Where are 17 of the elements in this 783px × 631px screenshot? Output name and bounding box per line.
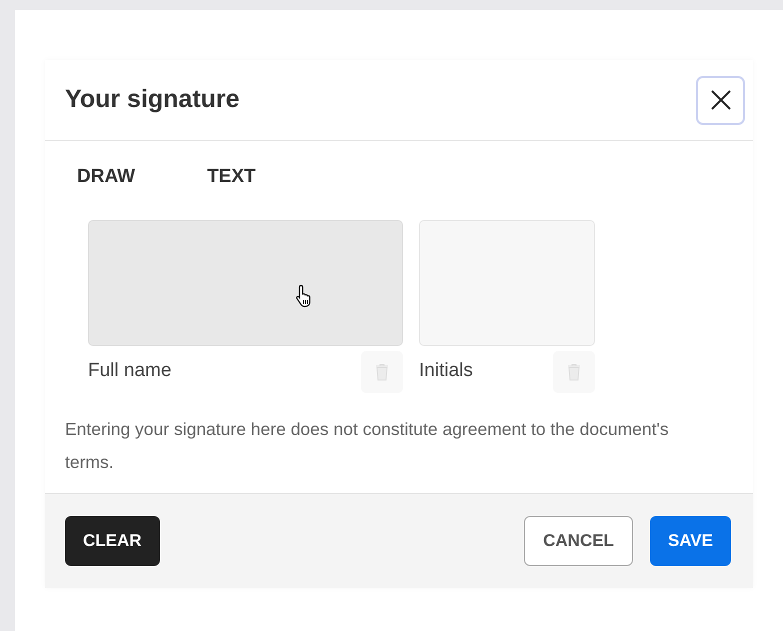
signature-pad[interactable] [419, 220, 595, 346]
action-button[interactable]: CANCEL [524, 516, 633, 566]
signature-pad[interactable] [88, 220, 403, 346]
tab[interactable]: DRAW [77, 163, 136, 192]
action-button[interactable]: CLEAR [65, 516, 160, 566]
close-button[interactable] [696, 76, 745, 124]
action-button[interactable]: SAVE [650, 516, 731, 566]
pad-label: Full name [88, 359, 172, 384]
delete-button[interactable] [361, 350, 403, 392]
trash-icon [567, 362, 581, 380]
close-icon [710, 89, 732, 111]
pad-label: Initials [419, 359, 473, 384]
disclaimer-text: Entering your signature here does not constitute agreement to the document's terms. [64, 418, 670, 474]
tab[interactable]: TEXT [207, 163, 256, 192]
dialog-title: Your signature [65, 84, 240, 116]
delete-button[interactable] [553, 350, 595, 392]
trash-icon [375, 362, 389, 380]
